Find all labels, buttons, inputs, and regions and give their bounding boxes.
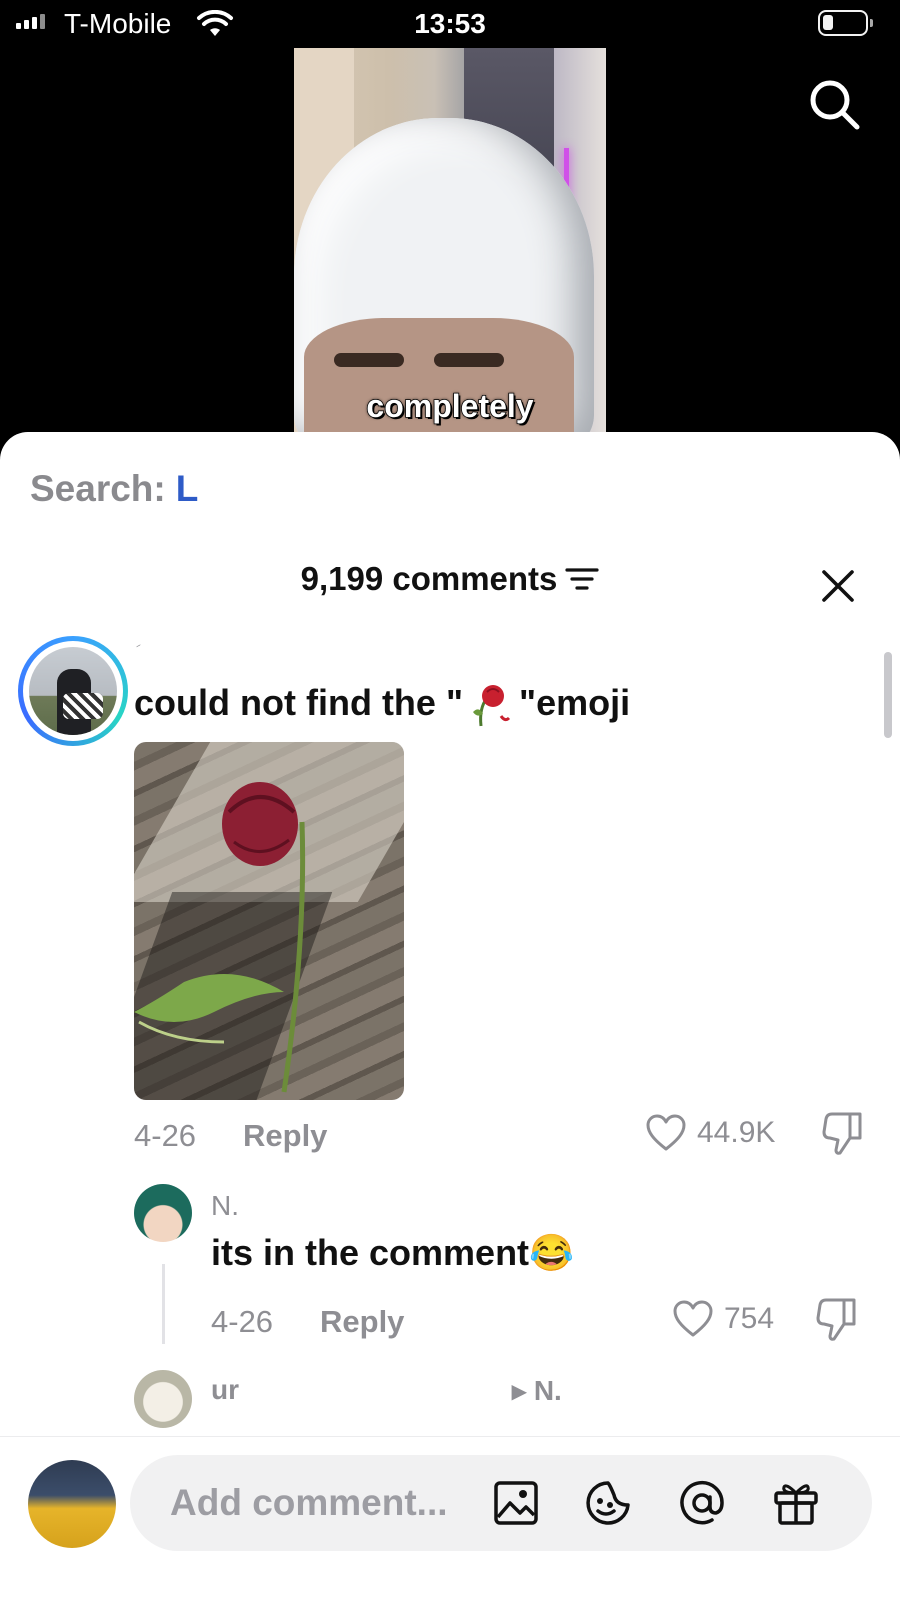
- comment-username[interactable]: N.: [211, 1190, 239, 1222]
- mention-icon[interactable]: [678, 1479, 726, 1527]
- comment-username[interactable]: ur: [211, 1374, 239, 1406]
- scrollbar[interactable]: [884, 652, 892, 738]
- emoji-sticker-icon[interactable]: [584, 1479, 632, 1527]
- rose-photo-icon: [134, 782, 306, 1093]
- comments-sheet: Search:L 9,199 comments ؘ could not find…: [0, 432, 900, 1601]
- video-player[interactable]: completely: [294, 48, 606, 434]
- reply-to-username[interactable]: ▸ N.: [512, 1374, 562, 1407]
- thread-line: [162, 1264, 165, 1344]
- video-brow: [434, 353, 504, 367]
- comment-image[interactable]: [134, 742, 404, 1100]
- gift-icon[interactable]: [772, 1479, 820, 1527]
- divider: [0, 1436, 900, 1437]
- reply-button[interactable]: Reply: [243, 1118, 327, 1154]
- like-button[interactable]: 754: [672, 1300, 774, 1338]
- heart-icon: [646, 1114, 686, 1151]
- comment-input[interactable]: [170, 1473, 470, 1533]
- avatar[interactable]: [28, 1460, 116, 1548]
- close-icon[interactable]: [820, 568, 856, 604]
- comments-header: 9,199 comments: [0, 560, 900, 598]
- like-count: 44.9K: [697, 1116, 776, 1149]
- comment-composer[interactable]: [130, 1455, 872, 1551]
- search-suggestion[interactable]: Search: L: [30, 468, 198, 510]
- video-brow: [334, 353, 404, 367]
- avatar[interactable]: [18, 636, 128, 746]
- filter-icon: [565, 568, 600, 590]
- video-caption: completely: [366, 387, 535, 425]
- wilted-rose-icon: [473, 685, 511, 727]
- comment-date: 4-26: [134, 1118, 197, 1153]
- comment-date: 4-26: [211, 1304, 274, 1339]
- battery-icon: [818, 10, 873, 36]
- avatar[interactable]: [134, 1184, 192, 1242]
- comment-text: could not find the " "emoji: [134, 682, 630, 728]
- comments-count-button[interactable]: 9,199 comments: [301, 560, 600, 598]
- comments-count: 9,199 comments: [300, 560, 558, 597]
- comment-text-part: "emoji: [519, 682, 631, 723]
- comment-text-part: could not find the ": [134, 682, 464, 723]
- reply-button[interactable]: Reply: [320, 1304, 404, 1340]
- search-term: L: [175, 468, 199, 509]
- like-button[interactable]: 44.9K: [645, 1114, 775, 1152]
- avatar[interactable]: [134, 1370, 192, 1428]
- dislike-icon[interactable]: [820, 1110, 866, 1156]
- search-label: Search:: [30, 468, 166, 509]
- image-icon[interactable]: [492, 1479, 540, 1527]
- like-count: 754: [724, 1302, 775, 1335]
- status-time: 13:53: [414, 8, 486, 39]
- status-bar: T-Mobile 13:53: [0, 0, 900, 48]
- heart-icon: [673, 1300, 713, 1337]
- comment-text: its in the comment😂: [211, 1232, 574, 1273]
- search-icon[interactable]: [808, 78, 862, 132]
- dislike-icon[interactable]: [814, 1296, 860, 1342]
